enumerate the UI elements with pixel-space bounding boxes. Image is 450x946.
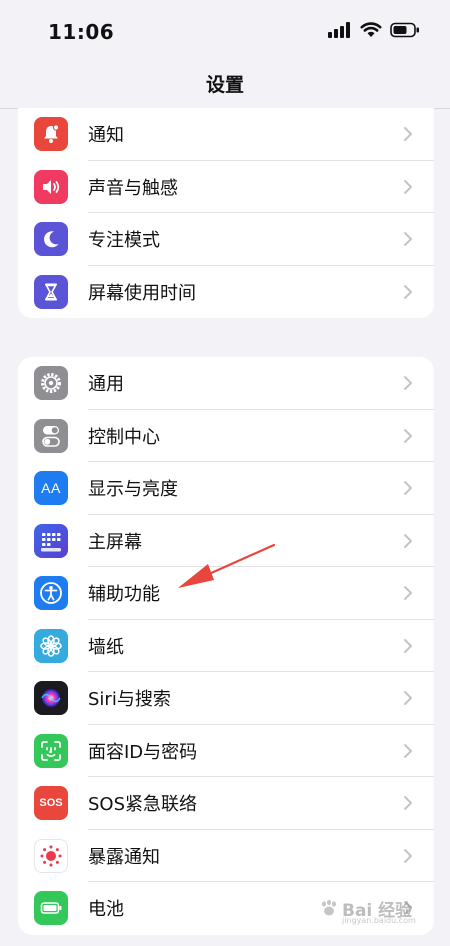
settings-row-siri[interactable]: Siri与搜索 bbox=[18, 672, 434, 725]
settings-row-exposure[interactable]: 暴露通知 bbox=[18, 830, 434, 883]
settings-row-general[interactable]: 通用 bbox=[18, 357, 434, 410]
settings-row-focus[interactable]: 专注模式 bbox=[18, 213, 434, 266]
settings-row-label: 主屏幕 bbox=[88, 531, 142, 553]
flower-icon bbox=[34, 628, 68, 663]
chevron-right-icon bbox=[404, 232, 412, 247]
moon-icon bbox=[34, 222, 68, 257]
watermark-sub: jingyan.baidu.com bbox=[342, 916, 416, 925]
settings-row-wallpaper[interactable]: 墙纸 bbox=[18, 620, 434, 673]
paw-logo-icon bbox=[322, 899, 336, 916]
settings-row-label: 通知 bbox=[88, 125, 124, 147]
bell-icon bbox=[34, 117, 68, 152]
chevron-right-icon bbox=[404, 284, 412, 299]
settings-row-label: 暴露通知 bbox=[88, 846, 160, 868]
settings-row-label: 面容ID与密码 bbox=[88, 741, 198, 763]
chevron-right-icon bbox=[404, 586, 412, 601]
wifi-icon bbox=[360, 22, 382, 42]
settings-row-control-center[interactable]: 控制中心 bbox=[18, 410, 434, 463]
text-size-icon: AA bbox=[34, 471, 68, 506]
status-icons bbox=[328, 22, 420, 42]
status-time: 11:06 bbox=[48, 20, 115, 44]
chevron-right-icon bbox=[404, 428, 412, 443]
status-bar: 11:06 bbox=[0, 0, 450, 60]
chevron-right-icon bbox=[404, 848, 412, 863]
chevron-right-icon bbox=[404, 127, 412, 142]
settings-row-label: 辅助功能 bbox=[88, 584, 160, 606]
settings-row-label: 屏幕使用时间 bbox=[88, 282, 196, 304]
settings-row-sounds[interactable]: 声音与触感 bbox=[18, 161, 434, 214]
nav-bar: 设置 bbox=[0, 60, 450, 109]
battery-icon bbox=[390, 22, 420, 42]
page-title: 设置 bbox=[205, 74, 244, 96]
chevron-right-icon bbox=[404, 481, 412, 496]
signal-icon bbox=[328, 22, 352, 42]
settings-row-label: 墙纸 bbox=[88, 636, 124, 658]
settings-group-general: 通用 控制中心 AA 显示与亮度 主屏幕 辅助功能 墙纸 Siri与搜索 面容I… bbox=[18, 357, 434, 935]
chevron-right-icon bbox=[404, 533, 412, 548]
chevron-right-icon bbox=[404, 376, 412, 391]
exposure-icon bbox=[34, 838, 68, 873]
sos-icon-text: SOS bbox=[39, 797, 63, 810]
settings-row-label: 显示与亮度 bbox=[88, 479, 178, 501]
speaker-icon bbox=[34, 169, 68, 204]
settings-row-label: 声音与触感 bbox=[88, 177, 178, 199]
settings-row-label: 控制中心 bbox=[88, 426, 160, 448]
battery-icon bbox=[34, 891, 68, 926]
chevron-right-icon bbox=[404, 743, 412, 758]
accessibility-icon bbox=[34, 576, 68, 611]
chevron-right-icon bbox=[404, 179, 412, 194]
gear-icon bbox=[34, 366, 68, 401]
settings-row-face-id[interactable]: 面容ID与密码 bbox=[18, 725, 434, 778]
chevron-right-icon bbox=[404, 796, 412, 811]
settings-row-notifications[interactable]: 通知 bbox=[18, 108, 434, 161]
sos-icon: SOS bbox=[34, 786, 68, 821]
settings-row-label: 电池 bbox=[88, 899, 124, 921]
toggles-icon bbox=[34, 418, 68, 453]
hourglass-icon bbox=[34, 274, 68, 309]
settings-row-sos[interactable]: SOS SOS紧急联络 bbox=[18, 777, 434, 830]
settings-group-notifications: 通知 声音与触感 专注模式 屏幕使用时间 bbox=[18, 108, 434, 318]
watermark: Bai 经验 jingyan.baidu.com bbox=[318, 894, 438, 930]
chevron-right-icon bbox=[404, 691, 412, 706]
settings-row-label: 通用 bbox=[88, 374, 124, 396]
settings-row-label: SOS紧急联络 bbox=[88, 794, 198, 816]
settings-row-display[interactable]: AA 显示与亮度 bbox=[18, 462, 434, 515]
settings-row-screen-time[interactable]: 屏幕使用时间 bbox=[18, 266, 434, 319]
text-size-icon-text: AA bbox=[41, 480, 61, 497]
chevron-right-icon bbox=[404, 638, 412, 653]
siri-icon bbox=[34, 681, 68, 716]
annotation-arrow-icon bbox=[178, 543, 276, 588]
settings-row-label: 专注模式 bbox=[88, 230, 160, 252]
settings-row-label: Siri与搜索 bbox=[88, 689, 171, 711]
face-id-icon bbox=[34, 733, 68, 768]
home-grid-icon bbox=[34, 523, 68, 558]
